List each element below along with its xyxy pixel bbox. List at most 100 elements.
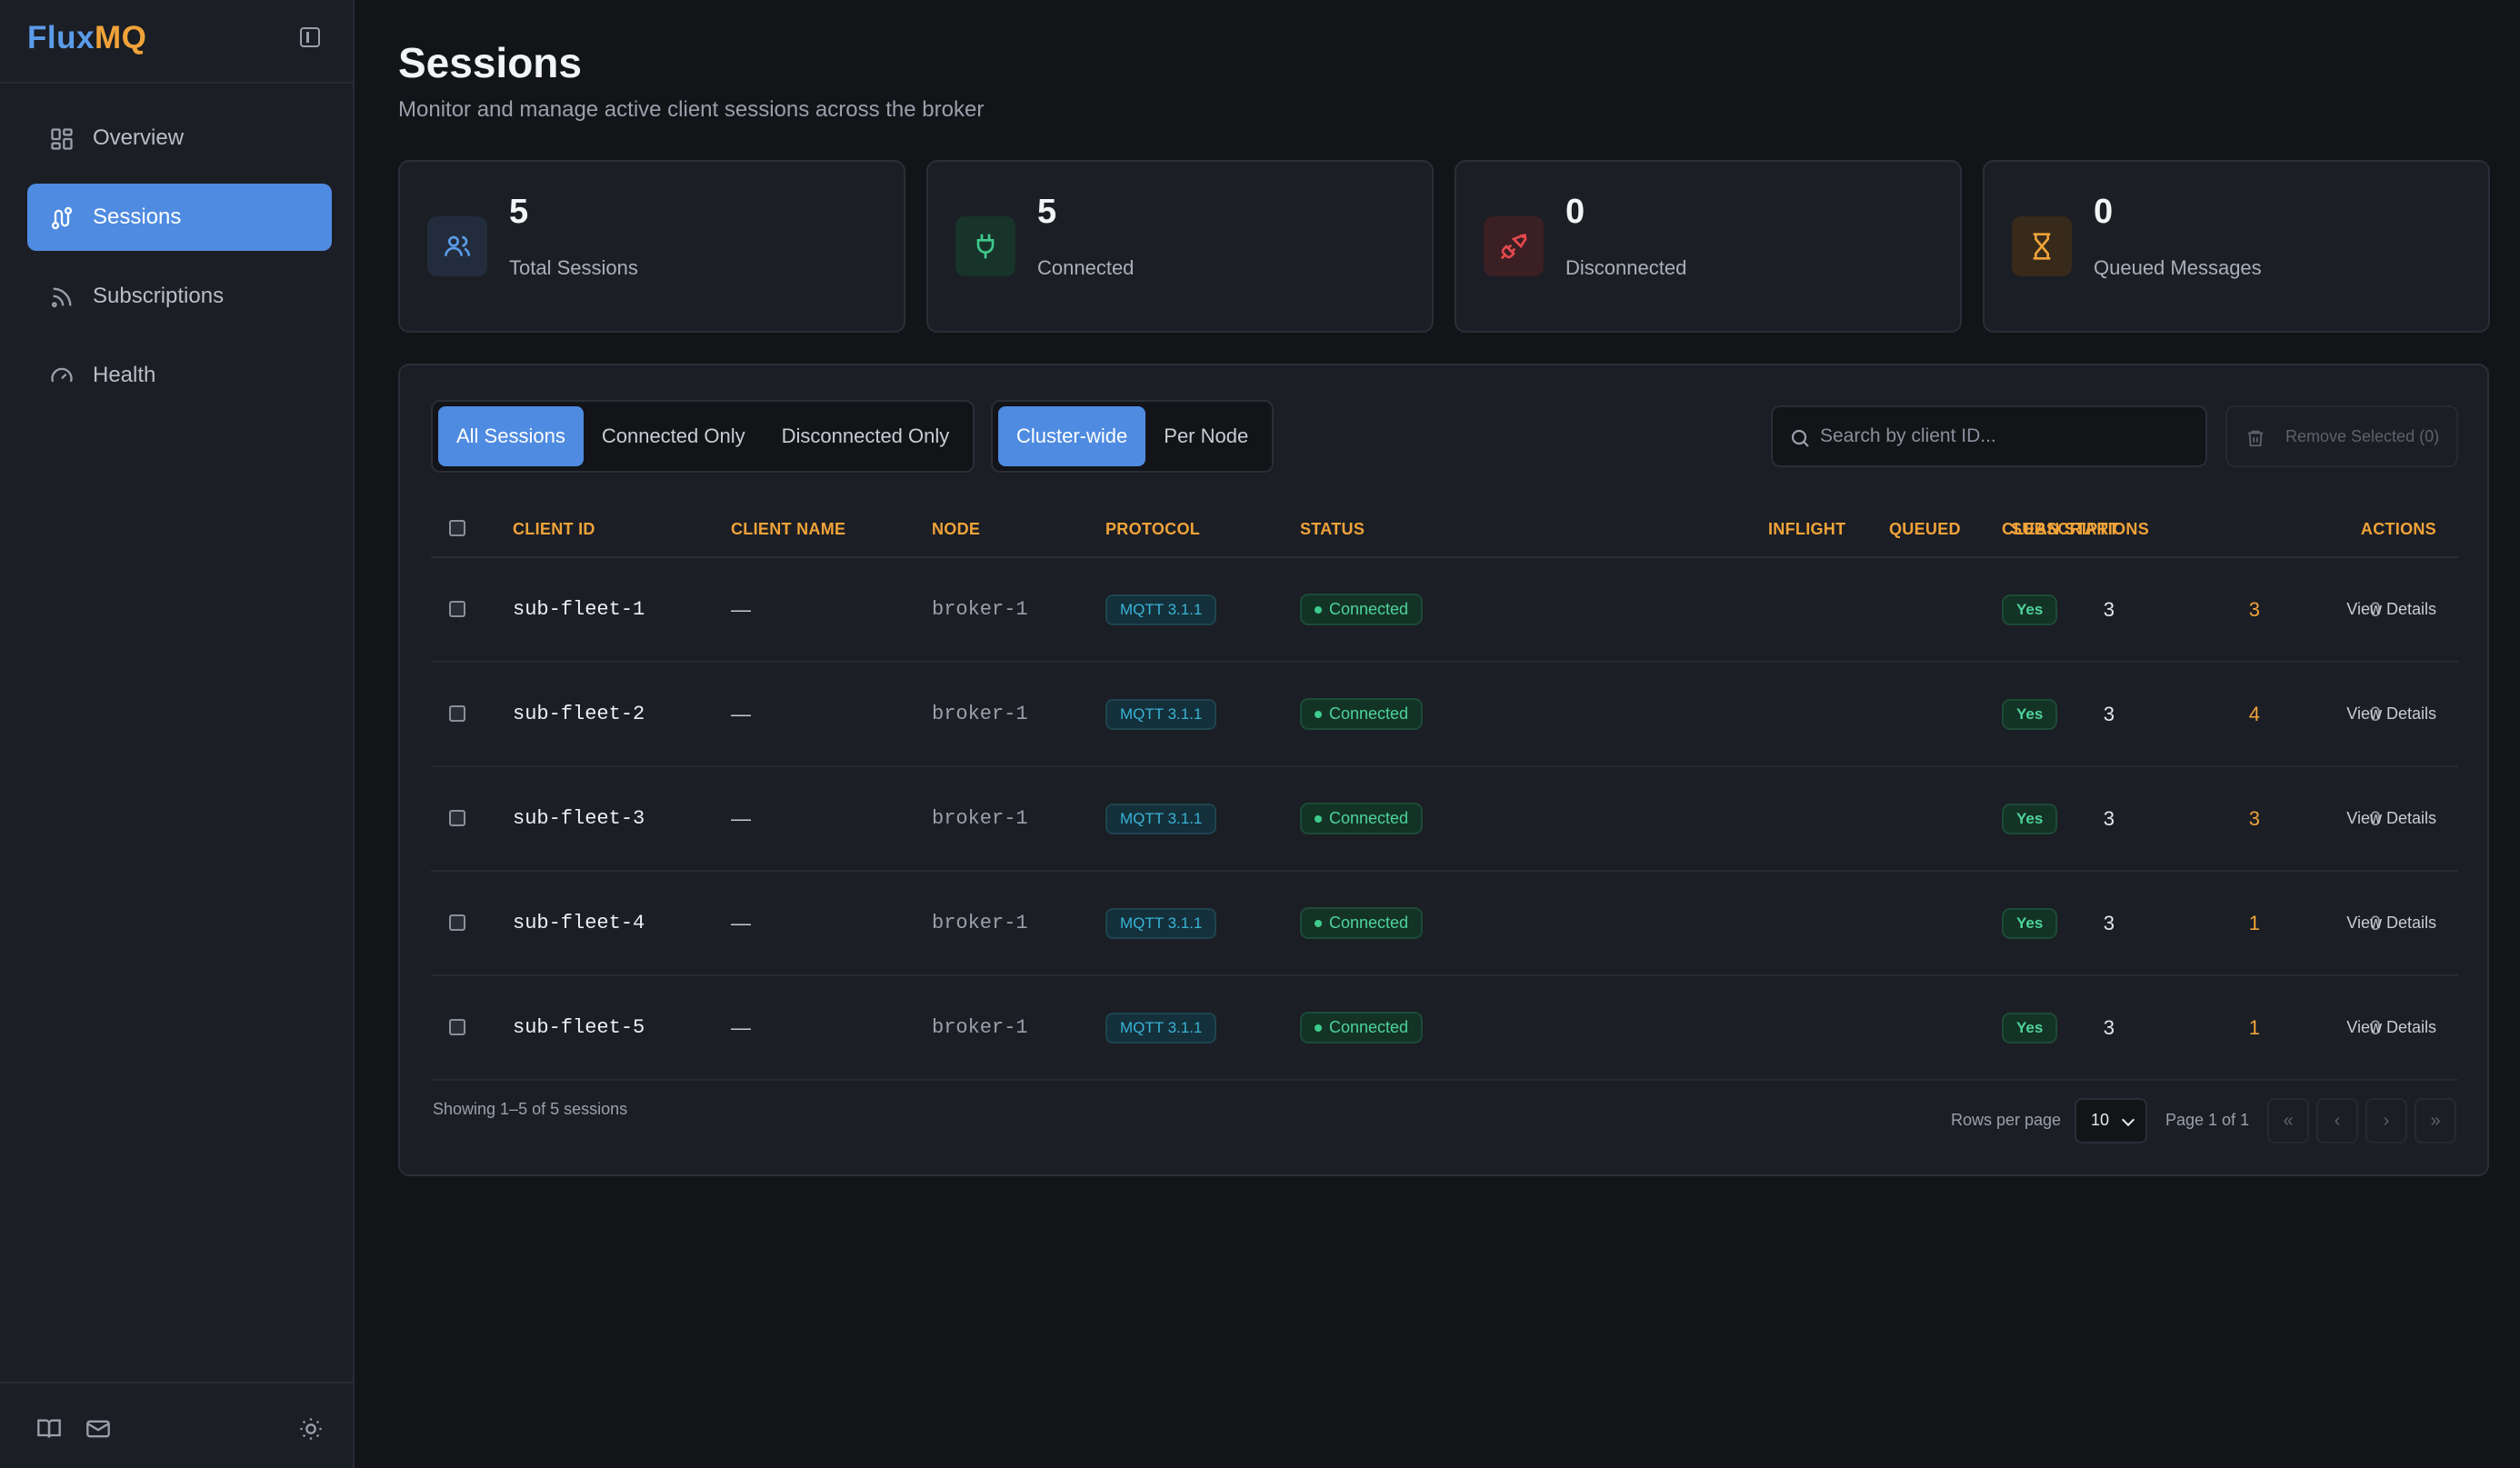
unplug-icon bbox=[1500, 233, 1527, 260]
status-badge: Connected bbox=[1300, 907, 1424, 939]
client-name: — bbox=[731, 597, 751, 621]
inflight-count: 1 bbox=[2248, 1015, 2260, 1039]
table-row[interactable]: sub-fleet-1 — broker-1 MQTT 3.1.1 Connected 3… bbox=[431, 558, 2458, 663]
protocol-badge: MQTT 3.1.1 bbox=[1105, 1012, 1217, 1044]
node-name: broker-1 bbox=[932, 1016, 1028, 1039]
row-checkbox[interactable] bbox=[449, 914, 465, 931]
sessions-panel: All Sessions Connected Only Disconnected… bbox=[398, 364, 2489, 1176]
node-name: broker-1 bbox=[932, 912, 1028, 934]
col-node[interactable]: NODE bbox=[932, 520, 980, 539]
sidebar-item-health[interactable]: Health bbox=[27, 342, 332, 409]
inflight-count: 3 bbox=[2248, 806, 2260, 830]
table-row[interactable]: sub-fleet-4— broker-1 MQTT 3.1.1 Connected 3… bbox=[431, 872, 2458, 976]
view-details-button[interactable]: View Details bbox=[2249, 558, 2436, 661]
pagination-summary: Showing 1–5 of 5 sessions bbox=[433, 1100, 628, 1118]
stat-icon-box bbox=[427, 216, 487, 276]
remove-selected-label: Remove Selected (0) bbox=[2285, 426, 2440, 445]
view-cluster-wide[interactable]: Cluster-wide bbox=[998, 406, 1146, 466]
sidebar-item-overview[interactable]: Overview bbox=[27, 105, 332, 172]
sun-icon[interactable] bbox=[298, 1416, 324, 1442]
col-protocol[interactable]: PROTOCOL bbox=[1105, 520, 1200, 539]
app-logo[interactable]: FluxMQ bbox=[27, 20, 146, 56]
inflight-count: 1 bbox=[2248, 911, 2260, 934]
stat-card-connected: 5 Connected bbox=[926, 160, 1434, 333]
sidebar-header: FluxMQ bbox=[0, 0, 353, 84]
table-header: CLIENT ID CLIENT NAME NODE PROTOCOL STAT… bbox=[431, 502, 2458, 558]
remove-selected-button[interactable]: Remove Selected (0) bbox=[2225, 405, 2458, 467]
table-row[interactable]: sub-fleet-5— broker-1 MQTT 3.1.1 Connected 3… bbox=[431, 976, 2458, 1081]
status-badge: Connected bbox=[1300, 698, 1424, 730]
status-label: Connected bbox=[1329, 704, 1409, 723]
clean-start-badge: Yes bbox=[2002, 907, 2058, 939]
client-name: — bbox=[731, 702, 751, 725]
sidebar-nav: Overview Sessions Subscriptions Health bbox=[27, 105, 332, 421]
client-name: — bbox=[731, 911, 751, 934]
plug-icon bbox=[976, 234, 995, 259]
row-checkbox[interactable] bbox=[449, 705, 465, 722]
col-clean-start[interactable]: CLEAN START bbox=[2002, 520, 2119, 539]
hourglass-icon bbox=[2033, 233, 2051, 260]
sidebar-collapse-icon[interactable] bbox=[300, 27, 320, 47]
client-id: sub-fleet-3 bbox=[513, 807, 645, 830]
next-page-button[interactable]: › bbox=[2365, 1098, 2407, 1143]
mail-icon[interactable] bbox=[85, 1416, 111, 1442]
users-icon bbox=[445, 235, 471, 256]
filter-connected-only[interactable]: Connected Only bbox=[584, 406, 764, 466]
clean-start-badge: Yes bbox=[2002, 803, 2058, 834]
prev-page-button[interactable]: ‹ bbox=[2316, 1098, 2358, 1143]
status-dot bbox=[1315, 814, 1322, 823]
clean-start-badge: Yes bbox=[2002, 594, 2058, 625]
view-details-button[interactable]: View Details bbox=[2249, 976, 2436, 1079]
view-per-node[interactable]: Per Node bbox=[1145, 406, 1266, 466]
inflight-count: 3 bbox=[2248, 597, 2260, 621]
status-badge: Connected bbox=[1300, 803, 1424, 834]
last-page-button[interactable]: » bbox=[2415, 1098, 2456, 1143]
stat-icon-box bbox=[955, 216, 1015, 276]
protocol-badge: MQTT 3.1.1 bbox=[1105, 803, 1217, 834]
status-badge: Connected bbox=[1300, 594, 1424, 625]
filter-all-sessions[interactable]: All Sessions bbox=[438, 406, 584, 466]
node-name: broker-1 bbox=[932, 598, 1028, 621]
view-details-button[interactable]: View Details bbox=[2249, 663, 2436, 765]
view-details-button[interactable]: View Details bbox=[2249, 872, 2436, 974]
stat-value: 0 bbox=[1565, 193, 1585, 231]
search-input[interactable] bbox=[1820, 416, 2193, 456]
col-client-name[interactable]: CLIENT NAME bbox=[731, 520, 845, 539]
filter-disconnected-only[interactable]: Disconnected Only bbox=[764, 406, 968, 466]
row-checkbox[interactable] bbox=[449, 1019, 465, 1035]
clean-start-badge: Yes bbox=[2002, 1012, 2058, 1044]
view-details-button[interactable]: View Details bbox=[2249, 767, 2436, 870]
stat-label: Connected bbox=[1037, 256, 1135, 279]
rows-per-page-select[interactable]: 10 bbox=[2075, 1098, 2147, 1143]
table-row[interactable]: sub-fleet-3 — broker-1 MQTT 3.1.1 Connected 3… bbox=[431, 767, 2458, 872]
status-label: Connected bbox=[1329, 600, 1409, 618]
select-all-checkbox[interactable] bbox=[449, 520, 465, 536]
protocol-badge: MQTT 3.1.1 bbox=[1105, 698, 1217, 730]
stat-label: Queued Messages bbox=[2094, 256, 2262, 279]
page-subtitle: Monitor and manage active client session… bbox=[398, 97, 985, 122]
book-icon[interactable] bbox=[36, 1416, 62, 1442]
route-icon bbox=[51, 206, 73, 230]
sidebar-item-label: Sessions bbox=[93, 205, 182, 229]
sidebar-item-label: Overview bbox=[93, 125, 185, 150]
col-inflight[interactable]: INFLIGHT bbox=[1768, 520, 1845, 539]
page-title: Sessions bbox=[398, 39, 582, 86]
row-checkbox[interactable] bbox=[449, 601, 465, 617]
col-status[interactable]: STATUS bbox=[1300, 520, 1365, 539]
col-client-id[interactable]: CLIENT ID bbox=[513, 520, 595, 539]
row-checkbox[interactable] bbox=[449, 810, 465, 826]
sidebar-item-subscriptions[interactable]: Subscriptions bbox=[27, 263, 332, 330]
rows-per-page-label: Rows per page bbox=[1951, 1111, 2062, 1129]
first-page-button[interactable]: « bbox=[2267, 1098, 2309, 1143]
table-row[interactable]: sub-fleet-2— broker-1 MQTT 3.1.1 Connected 3… bbox=[431, 663, 2458, 767]
gauge-icon bbox=[51, 367, 73, 383]
sidebar-item-sessions[interactable]: Sessions bbox=[27, 184, 332, 251]
view-toggle: Cluster-wide Per Node bbox=[991, 400, 1275, 473]
status-badge: Connected bbox=[1300, 1012, 1424, 1044]
status-label: Connected bbox=[1329, 809, 1409, 827]
status-label: Connected bbox=[1329, 1018, 1409, 1036]
stat-card-queued-messages: 0 Queued Messages bbox=[1983, 160, 2490, 333]
col-queued[interactable]: QUEUED bbox=[1889, 520, 1961, 539]
page-indicator: Page 1 of 1 bbox=[2165, 1111, 2250, 1129]
status-dot bbox=[1315, 1024, 1322, 1032]
